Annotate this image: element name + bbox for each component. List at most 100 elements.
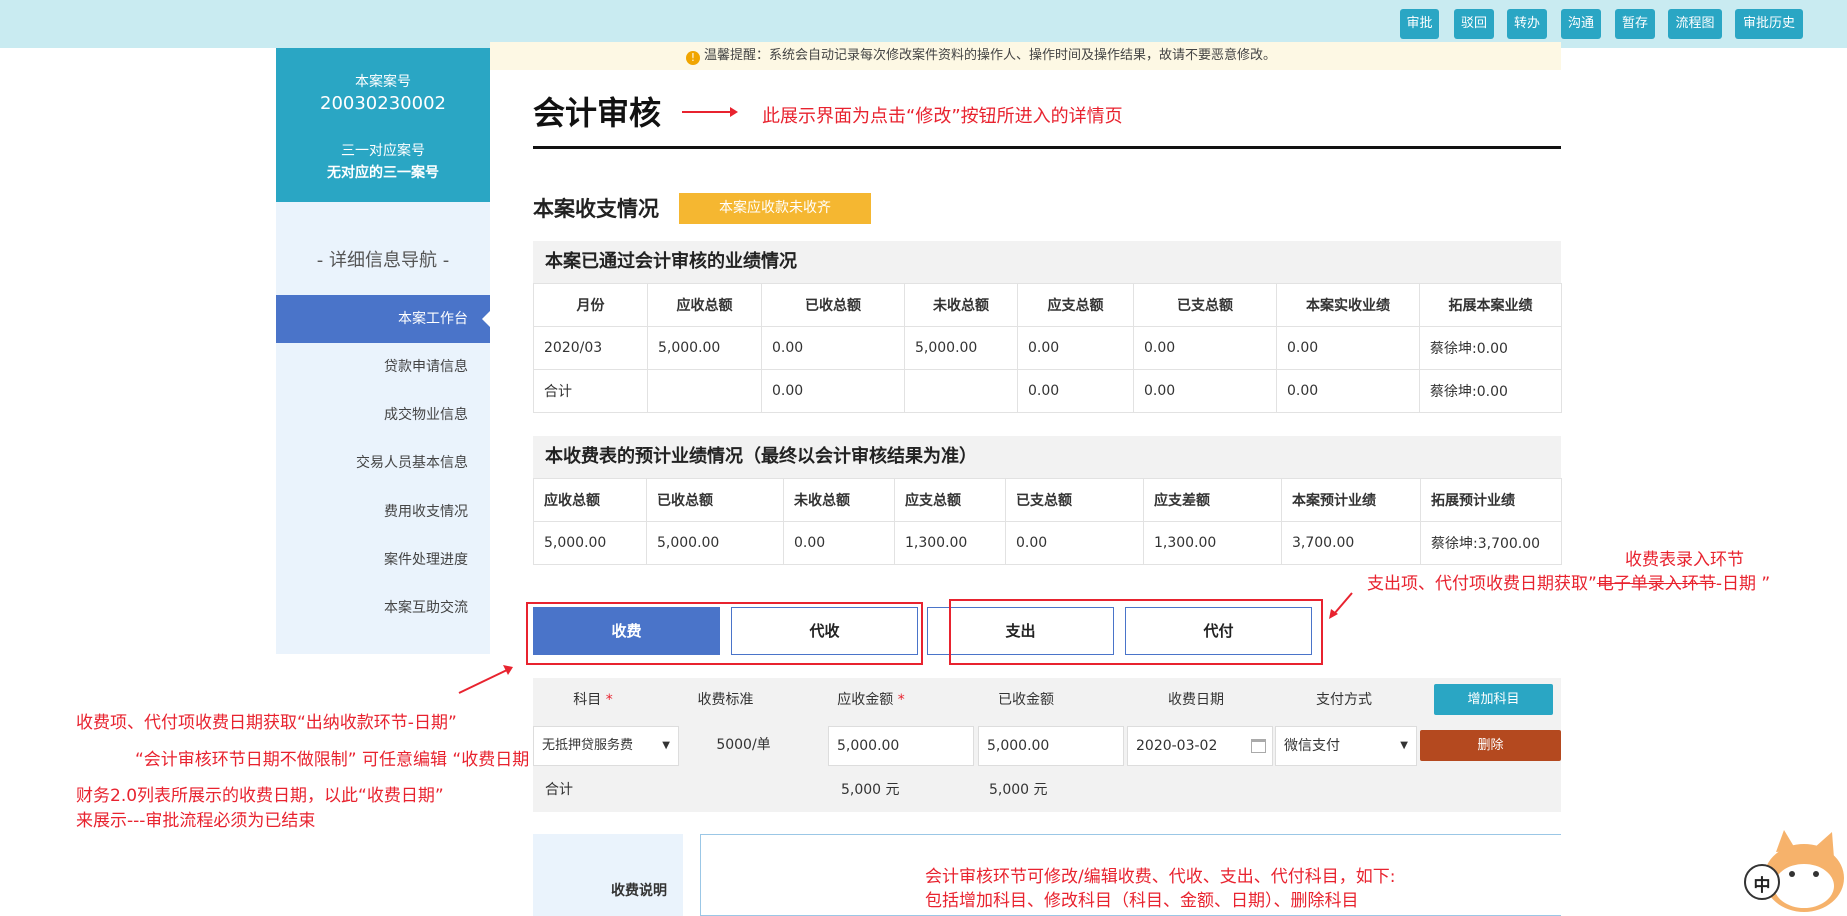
communicate-button[interactable]: 沟通 bbox=[1561, 9, 1601, 39]
case-number: 20030230002 bbox=[320, 93, 446, 114]
highlight-box-expense-tabs bbox=[949, 599, 1323, 665]
add-subject-button[interactable]: 增加科目 bbox=[1434, 684, 1553, 715]
sidebar-item-property[interactable]: 成交物业信息 bbox=[276, 391, 490, 439]
section-title-income: 本案收支情况 bbox=[533, 197, 659, 221]
fee-date-input[interactable]: 2020-03-02 bbox=[1127, 726, 1273, 766]
table-header-row: 应收总额 已收总额 未收总额 应支总额 已支总额 应支差额 本案预计业绩 拓展预… bbox=[533, 478, 1562, 522]
subject-value: 无抵押贷服务费 bbox=[542, 738, 634, 753]
subject-select[interactable]: 无抵押贷服务费 ▼ bbox=[533, 726, 679, 766]
annotation-expense-date: 支出项、代付项收费日期获取”电子单录入环节-日期 ” bbox=[1367, 569, 1770, 594]
table-cell: 0.00 bbox=[1133, 369, 1277, 413]
table-cell: 蔡徐坤:0.00 bbox=[1419, 369, 1562, 413]
approved-performance-table: 本案已通过会计审核的业绩情况 月份 应收总额 已收总额 未收总额 应支总额 已支… bbox=[533, 241, 1562, 413]
column-header: 本案实收业绩 bbox=[1276, 283, 1420, 327]
sidebar-item-communication[interactable]: 本案互助交流 bbox=[276, 584, 490, 632]
arrow-icon bbox=[1329, 592, 1353, 619]
case-info-panel: 本案案号 20030230002 三一对应案号 无对应的三一案号 bbox=[276, 48, 490, 202]
subject-label: 科目 bbox=[573, 692, 602, 708]
table-header-row: 月份 应收总额 已收总额 未收总额 应支总额 已支总额 本案实收业绩 拓展本案业… bbox=[533, 283, 1562, 327]
table-cell bbox=[647, 369, 762, 413]
annotation-fee-entry: 收费表录入环节 bbox=[1625, 550, 1744, 570]
table-cell: 0.00 bbox=[1276, 326, 1420, 370]
column-header: 拓展预计业绩 bbox=[1420, 478, 1562, 522]
table-cell: 3,700.00 bbox=[1281, 521, 1421, 565]
sidebar-item-loan-application[interactable]: 贷款申请信息 bbox=[276, 343, 490, 391]
fee-items-table: 科目 * 收费标准 应收金额 * 已收金额 收费日期 支付方式 增加科目 无抵押… bbox=[533, 678, 1561, 812]
table-cell: 5,000.00 bbox=[533, 521, 647, 565]
annotation-finance-line2: 来展示---审批流程必须为已结束 bbox=[76, 811, 316, 831]
column-header: 应收总额 bbox=[533, 478, 647, 522]
delete-button[interactable]: 删除 bbox=[1420, 730, 1561, 761]
received-amount-input[interactable]: 5,000.00 bbox=[978, 726, 1124, 766]
page-title: 会计审核 bbox=[533, 94, 662, 132]
table-cell: 1,300.00 bbox=[894, 521, 1006, 565]
column-header-receivable: 应收金额 * bbox=[791, 678, 951, 722]
title-divider bbox=[533, 146, 1561, 149]
table-cell: 蔡徐坤:3,700.00 bbox=[1420, 521, 1562, 565]
table-cell: 0.00 bbox=[761, 326, 905, 370]
column-header: 未收总额 bbox=[904, 283, 1018, 327]
sidebar-item-persons[interactable]: 交易人员基本信息 bbox=[276, 439, 490, 487]
calendar-icon[interactable] bbox=[1251, 739, 1266, 753]
table-title: 本收费表的预计业绩情况（最终以会计审核结果为准） bbox=[533, 436, 1561, 478]
table-cell: 5,000.00 bbox=[647, 326, 762, 370]
annotation-edit-line1: 会计审核环节可修改/编辑收费、代收、支出、代付科目，如下: bbox=[925, 867, 1396, 887]
warning-icon: ! bbox=[686, 51, 700, 65]
total-receivable: 5,000 元 bbox=[841, 782, 900, 798]
sanyi-case-value: 无对应的三一案号 bbox=[327, 165, 439, 181]
table-cell: 5,000.00 bbox=[904, 326, 1018, 370]
table-cell: 2020/03 bbox=[533, 326, 648, 370]
column-header: 应支总额 bbox=[1017, 283, 1134, 327]
receivable-label: 应收金额 bbox=[837, 692, 894, 708]
annotation-no-limit: “会计审核环节日期不做限制” 可任意编辑 “收费日期 bbox=[135, 750, 530, 770]
approval-history-button[interactable]: 审批历史 bbox=[1735, 9, 1803, 39]
table-row: 5,000.00 5,000.00 0.00 1,300.00 0.00 1,3… bbox=[533, 521, 1562, 565]
save-draft-button[interactable]: 暂存 bbox=[1615, 9, 1655, 39]
table-cell: 合计 bbox=[533, 369, 648, 413]
notice-bar: ! 温馨提醒：系统会自动记录每次修改案件资料的操作人、操作时间及操作结果，故请不要… bbox=[490, 42, 1561, 70]
top-toolbar: 审批 驳回 转办 沟通 暂存 流程图 审批历史 bbox=[0, 0, 1847, 48]
annotation-finance-line1: 财务2.0列表所展示的收费日期，以此“收费日期” bbox=[76, 786, 444, 806]
table-cell: 0.00 bbox=[1005, 521, 1144, 565]
arrow-icon bbox=[458, 665, 513, 694]
payment-method-select[interactable]: 微信支付 ▼ bbox=[1275, 726, 1417, 766]
column-header-received: 已收金额 bbox=[998, 692, 1054, 708]
case-number-label: 本案案号 bbox=[355, 74, 411, 90]
table-cell: 1,300.00 bbox=[1143, 521, 1282, 565]
annotation-edit-line2: 包括增加科目、修改科目（科目、金额、日期）、删除科目 bbox=[925, 891, 1359, 911]
column-header: 已支总额 bbox=[1005, 478, 1144, 522]
column-header: 拓展本案业绩 bbox=[1419, 283, 1562, 327]
transfer-button[interactable]: 转办 bbox=[1507, 9, 1547, 39]
column-header: 已收总额 bbox=[646, 478, 784, 522]
notice-text: 温馨提醒：系统会自动记录每次修改案件资料的操作人、操作时间及操作结果，故请不要恶… bbox=[704, 48, 1277, 63]
required-mark: * bbox=[897, 692, 905, 708]
table-cell: 0.00 bbox=[1017, 369, 1134, 413]
chevron-down-icon: ▼ bbox=[662, 740, 670, 751]
highlight-box-fee-tabs bbox=[526, 602, 923, 665]
column-header: 本案预计业绩 bbox=[1281, 478, 1421, 522]
flowchart-button[interactable]: 流程图 bbox=[1668, 9, 1722, 39]
forecast-performance-table: 本收费表的预计业绩情况（最终以会计审核结果为准） 应收总额 已收总额 未收总额 … bbox=[533, 436, 1562, 565]
payment-method-value: 微信支付 bbox=[1284, 738, 1340, 754]
status-badge: 本案应收款未收齐 bbox=[679, 193, 871, 224]
fee-description-label-box: 收费说明 bbox=[533, 834, 683, 916]
receivable-amount-input[interactable]: 5,000.00 bbox=[828, 726, 974, 766]
total-label: 合计 bbox=[545, 782, 573, 798]
column-header-standard: 收费标准 bbox=[697, 692, 754, 708]
table-cell: 0.00 bbox=[783, 521, 895, 565]
column-header-subject: 科目 * bbox=[533, 678, 653, 722]
nav-title: - 详细信息导航 - bbox=[316, 250, 450, 271]
sidebar-item-fees[interactable]: 费用收支情况 bbox=[276, 488, 490, 536]
table-cell: 0.00 bbox=[761, 369, 905, 413]
reject-button[interactable]: 驳回 bbox=[1454, 9, 1494, 39]
fee-date-value: 2020-03-02 bbox=[1136, 738, 1218, 754]
column-header-pay-method: 支付方式 bbox=[1316, 692, 1372, 708]
sanyi-case-label: 三一对应案号 bbox=[341, 143, 425, 159]
approve-button[interactable]: 审批 bbox=[1400, 9, 1439, 39]
column-header-date: 收费日期 bbox=[1168, 692, 1224, 708]
sidebar-item-progress[interactable]: 案件处理进度 bbox=[276, 536, 490, 584]
column-header: 月份 bbox=[533, 283, 648, 327]
arrow-icon bbox=[682, 107, 738, 117]
column-header: 已支总额 bbox=[1133, 283, 1277, 327]
sidebar-item-workbench[interactable]: 本案工作台 bbox=[276, 295, 490, 343]
